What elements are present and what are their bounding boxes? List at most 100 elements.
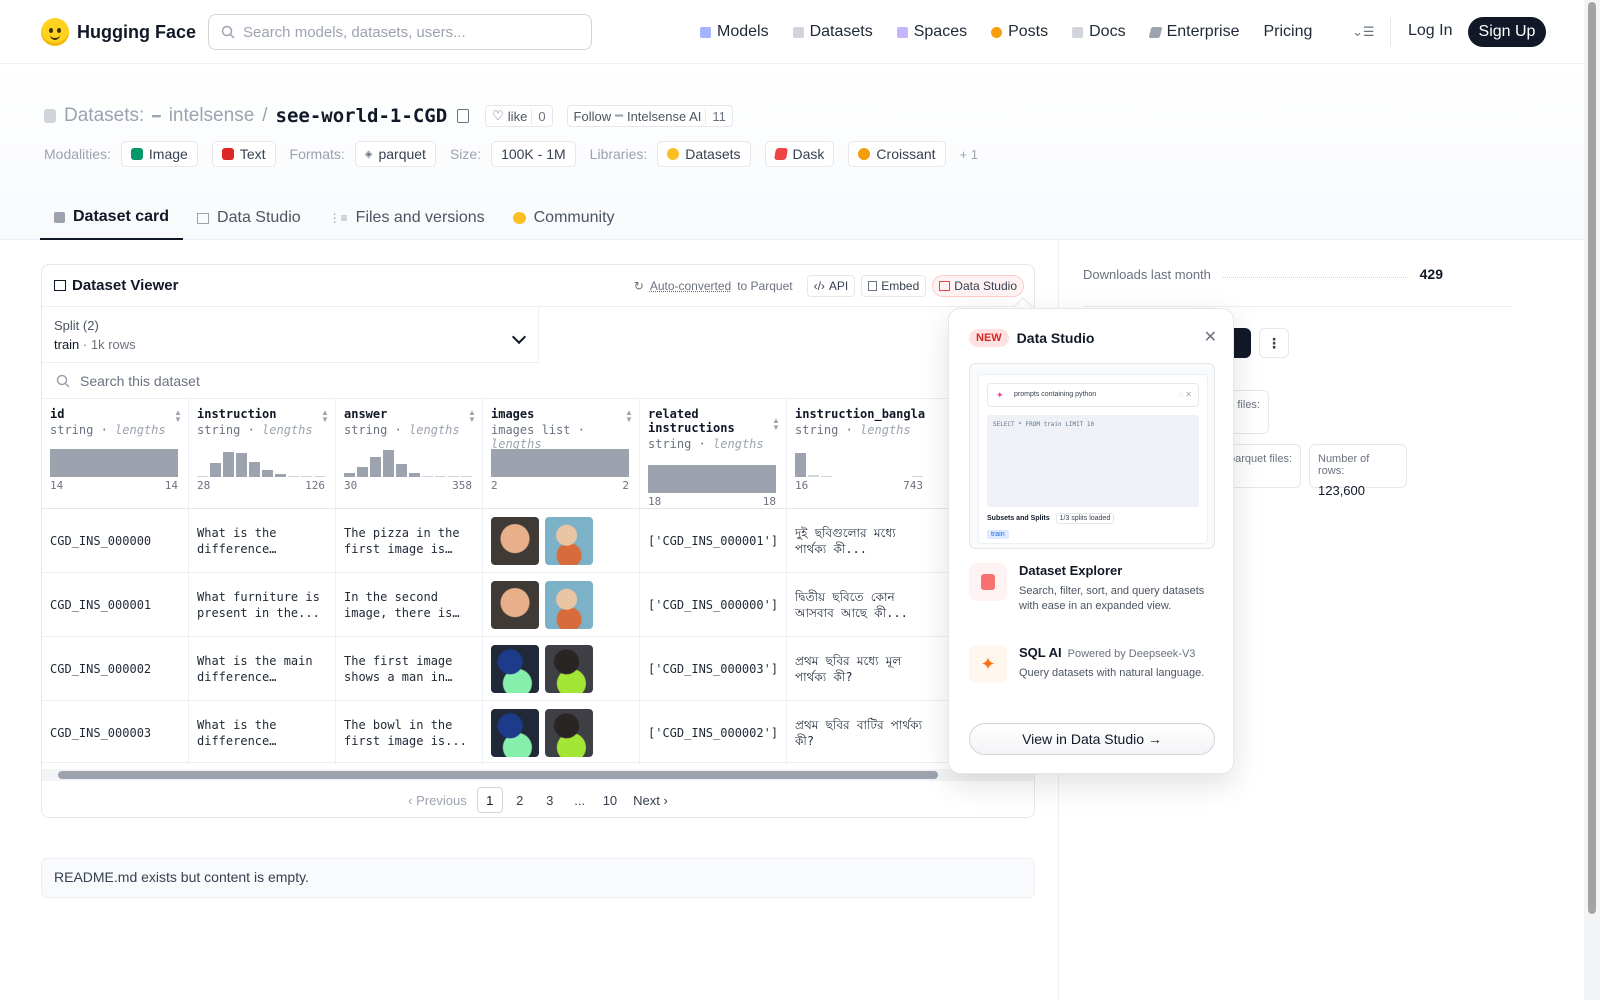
next-page-button[interactable]: Next › (627, 787, 674, 813)
col-header-instruction[interactable]: instruction string · lengths ▲ ▼ 28 126 (189, 399, 336, 509)
histogram (491, 449, 629, 477)
format-parquet[interactable]: ◈ parquet (354, 141, 436, 167)
col-header-instruction-bangla[interactable]: instruction_bangla string · lengths 16 74… (787, 399, 937, 509)
histogram (648, 465, 776, 493)
to-parquet-text: to Parquet (737, 279, 793, 293)
docs-icon (1072, 26, 1084, 38)
readme-notice: README.md exists but content is empty. (41, 858, 1035, 898)
page-1-button[interactable]: 1 (476, 787, 503, 813)
dask-icon (773, 148, 788, 160)
nav-spaces[interactable]: Spaces (896, 23, 967, 41)
histogram (344, 449, 472, 477)
brand-name: Hugging Face (77, 21, 197, 42)
library-datasets[interactable]: Datasets (657, 141, 751, 167)
tab-data-studio[interactable]: Data Studio (183, 196, 315, 240)
dataset-search-input[interactable]: Search this dataset (42, 363, 1034, 399)
close-icon[interactable]: ✕ (1204, 327, 1217, 347)
library-croissant[interactable]: Croissant (848, 141, 946, 167)
image-thumbnail[interactable] (491, 581, 539, 629)
rows-stat: Number of rows: 123,600 (1309, 444, 1407, 498)
data-studio-button[interactable]: Data Studio (932, 275, 1024, 297)
table-icon (197, 212, 210, 224)
modality-text[interactable]: Text (211, 141, 276, 167)
hf-datasets-icon (667, 148, 680, 160)
brand-logo[interactable]: Hugging Face (41, 18, 196, 46)
table-row[interactable]: CGD_INS_000001 What furniture is present… (42, 573, 1034, 637)
size-chip[interactable]: 100K - 1M (491, 141, 576, 167)
login-link[interactable]: Log In (1408, 22, 1452, 40)
image-thumbnail[interactable] (491, 645, 539, 693)
more-menu-icon[interactable]: ⌄☰ (1352, 24, 1375, 40)
nav-models[interactable]: Models (700, 23, 769, 41)
library-dask[interactable]: Dask (764, 141, 835, 167)
hugging-face-logo-icon (41, 18, 69, 46)
modality-image[interactable]: Image (120, 141, 198, 167)
page-2-button[interactable]: 2 (507, 787, 533, 813)
more-options-icon[interactable]: ⋮ (1259, 328, 1289, 358)
image-thumbnail[interactable] (545, 709, 593, 757)
downloads-stat: Downloads last month 429 (1083, 266, 1443, 282)
sort-icon[interactable]: ▲ ▼ (468, 409, 476, 424)
image-thumbnail[interactable] (545, 581, 593, 629)
top-nav-bar: Hugging Face Search models, datasets, us… (0, 0, 1584, 64)
nav-docs[interactable]: Docs (1072, 23, 1126, 41)
nav-pricing[interactable]: Pricing (1263, 23, 1312, 41)
more-libraries[interactable]: + 1 (960, 147, 978, 162)
page-scrollbar[interactable] (1584, 0, 1600, 1000)
sort-icon[interactable]: ▲ ▼ (321, 409, 329, 424)
viewer-header: Dataset Viewer ↻ Auto-converted to Parqu… (42, 265, 1034, 307)
api-button[interactable]: ‹/› API (806, 275, 856, 297)
split-selector[interactable]: Split (2) train · 1k rows (42, 307, 539, 363)
viewer-tools: ↻ Auto-converted to Parquet ‹/› API Embed… (634, 275, 1024, 297)
page-3-button[interactable]: 3 (537, 787, 563, 813)
sort-icon[interactable]: ▲ ▼ (625, 409, 633, 424)
image-thumbnail[interactable] (545, 517, 593, 565)
page-scrollbar-thumb[interactable] (1588, 2, 1596, 914)
histogram (197, 449, 325, 477)
dataset-title-row: Datasets: ━ intelsense / see-world-1-CGD… (44, 104, 733, 128)
tab-dataset-card[interactable]: Dataset card (40, 196, 184, 240)
org-small-icon: ━ (615, 108, 623, 123)
table-row[interactable]: CGD_INS_000000 What is the difference be… (42, 509, 1034, 573)
code-icon: ‹/› (813, 279, 825, 293)
scrollbar-thumb[interactable] (58, 771, 938, 779)
image-thumbnail[interactable] (491, 709, 539, 757)
nav-enterprise[interactable]: Enterprise (1148, 23, 1239, 41)
view-in-data-studio-button[interactable]: View in Data Studio → (969, 723, 1215, 755)
auto-converted-link[interactable]: Auto-converted (650, 279, 731, 293)
files-icon: ⋮≡ (328, 211, 348, 225)
table-row[interactable]: CGD_INS_000003 What is the difference be… (42, 701, 1034, 765)
tab-community[interactable]: Community (499, 196, 629, 240)
horizontal-scrollbar[interactable] (42, 769, 1034, 781)
dataset-name[interactable]: see-world-1-CGD (276, 105, 448, 127)
org-link[interactable]: intelsense (169, 105, 255, 127)
signup-button[interactable]: Sign Up (1468, 17, 1546, 47)
col-header-images[interactable]: images images list · lengths ▲ ▼ 22 (483, 399, 640, 509)
tab-files[interactable]: ⋮≡ Files and versions (315, 196, 499, 240)
follow-button[interactable]: Follow ━ Intelsense AI 11 (566, 105, 733, 127)
nav-posts[interactable]: Posts (991, 23, 1048, 41)
col-header-id[interactable]: id string · lengths ▲ ▼ 14 14 (42, 399, 189, 509)
heart-icon: ♡ (492, 108, 504, 123)
like-button[interactable]: ♡ like 0 (485, 105, 553, 127)
libraries-label: Libraries: (589, 146, 648, 162)
dataset-viewer: Dataset Viewer ↻ Auto-converted to Parqu… (41, 264, 1035, 818)
sort-icon[interactable]: ▲ ▼ (772, 417, 780, 432)
previous-page-button[interactable]: ‹ Previous (402, 787, 473, 813)
copy-icon[interactable] (457, 109, 470, 123)
spaces-icon (896, 26, 908, 38)
col-header-answer[interactable]: answer string · lengths ▲ ▼ 30 358 (336, 399, 483, 509)
data-studio-popover: NEW Data Studio ✕ ✦ prompts containing py… (948, 308, 1234, 774)
table-row[interactable]: CGD_INS_000002 What is the main differen… (42, 637, 1034, 701)
image-thumbnail[interactable] (491, 517, 539, 565)
col-header-related[interactable]: related instructions string · lengths ▲ ▼… (640, 399, 787, 509)
community-icon (512, 212, 526, 224)
sort-icon[interactable]: ▲ ▼ (174, 409, 182, 424)
image-thumbnail[interactable] (545, 645, 593, 693)
page-10-button[interactable]: 10 (597, 787, 623, 813)
global-search-input[interactable]: Search models, datasets, users... (208, 14, 592, 50)
nav-datasets[interactable]: Datasets (792, 23, 873, 41)
embed-button[interactable]: Embed (861, 275, 927, 297)
new-badge: NEW (969, 329, 1009, 347)
enterprise-icon (1148, 26, 1163, 38)
